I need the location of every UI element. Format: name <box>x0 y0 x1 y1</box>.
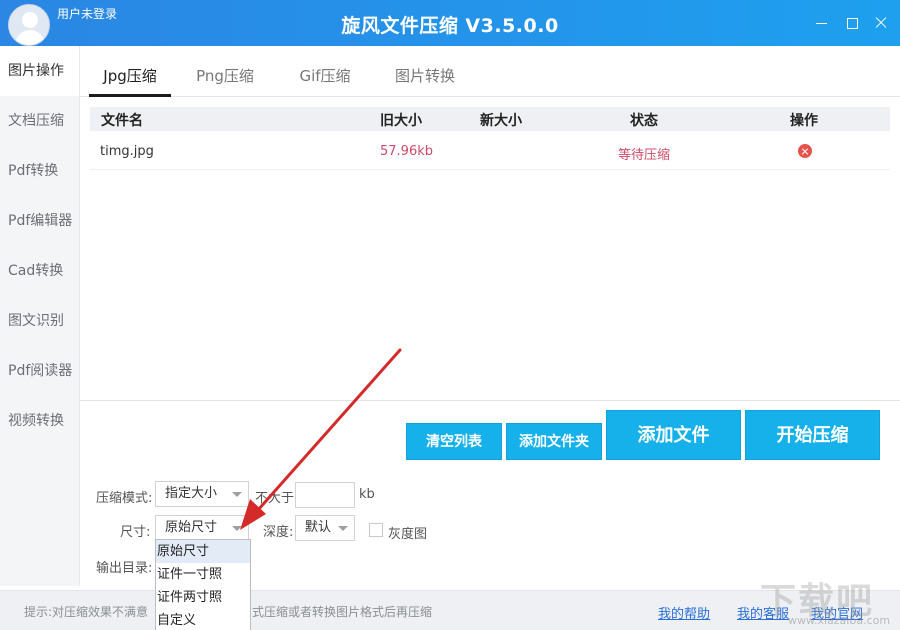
cell-old-size: 57.96kb <box>380 144 433 159</box>
tab-jpg-compress[interactable]: Jpg压缩 <box>89 46 171 97</box>
start-compress-button[interactable]: 开始压缩 <box>745 410 880 460</box>
size-dropdown-list: 原始尺寸 证件一寸照 证件两寸照 自定义 <box>155 539 251 630</box>
file-table-header: 文件名 旧大小 新大小 状态 操作 <box>90 107 890 131</box>
sidebar-item-video-convert[interactable]: 视频转换 <box>0 396 79 446</box>
size-select[interactable]: 原始尺寸 <box>155 515 249 541</box>
maximize-icon[interactable] <box>843 14 861 32</box>
divider <box>80 400 900 401</box>
depth-label: 深度: <box>263 521 293 540</box>
table-row[interactable]: timg.jpg 57.96kb 等待压缩 <box>90 140 890 170</box>
watermark-url: www.xiazaiba.com <box>788 614 890 627</box>
clear-list-button[interactable]: 清空列表 <box>406 423 502 460</box>
tab-gif-compress[interactable]: Gif压缩 <box>286 46 364 97</box>
sidebar-item-ocr[interactable]: 图文识别 <box>0 296 79 346</box>
dropdown-option-original[interactable]: 原始尺寸 <box>156 540 250 563</box>
compress-mode-select[interactable]: 指定大小 <box>155 481 249 507</box>
cell-status: 等待压缩 <box>618 144 670 163</box>
col-old-size: 旧大小 <box>380 110 422 130</box>
chevron-down-icon <box>232 526 242 531</box>
chevron-down-icon <box>232 492 242 497</box>
size-select-value: 原始尺寸 <box>165 520 217 535</box>
help-link[interactable]: 我的帮助 <box>658 603 710 622</box>
compress-mode-value: 指定大小 <box>165 486 217 501</box>
compress-mode-label: 压缩模式: <box>96 487 152 506</box>
sidebar-item-pdf-reader[interactable]: Pdf阅读器 <box>0 346 79 396</box>
add-file-button[interactable]: 添加文件 <box>606 410 741 460</box>
footer-tip-tail: 式压缩或者转换图片格式后再压缩 <box>252 603 432 620</box>
tab-bar: Jpg压缩 Png压缩 Gif压缩 图片转换 <box>80 46 900 97</box>
grayscale-checkbox[interactable] <box>369 523 383 537</box>
grayscale-label: 灰度图 <box>388 523 427 542</box>
col-new-size: 新大小 <box>480 110 522 130</box>
output-dir-label: 输出目录: <box>96 557 152 576</box>
col-filename: 文件名 <box>101 110 143 130</box>
title-bar: 用户未登录 旋风文件压缩 V3.5.0.0 <box>0 0 900 46</box>
chevron-down-icon <box>338 526 348 531</box>
size-limit-input[interactable] <box>295 482 355 508</box>
unit-label: kb <box>359 487 375 502</box>
sidebar: 图片操作 文档压缩 Pdf转换 Pdf编辑器 Cad转换 图文识别 Pdf阅读器… <box>0 46 80 586</box>
footer-tip: 提示:对压缩效果不满意 <box>24 603 148 620</box>
depth-select[interactable]: 默认 <box>295 515 355 541</box>
sidebar-item-pdf-convert[interactable]: Pdf转换 <box>0 146 79 196</box>
dropdown-option-two-inch[interactable]: 证件两寸照 <box>156 586 250 609</box>
dropdown-option-custom[interactable]: 自定义 <box>156 609 250 630</box>
sidebar-item-doc-compress[interactable]: 文档压缩 <box>0 96 79 146</box>
sidebar-item-pdf-editor[interactable]: Pdf编辑器 <box>0 196 79 246</box>
add-folder-button[interactable]: 添加文件夹 <box>506 423 602 460</box>
depth-value: 默认 <box>305 520 331 535</box>
tab-image-convert[interactable]: 图片转换 <box>385 46 465 97</box>
close-icon[interactable] <box>872 14 890 32</box>
dropdown-option-one-inch[interactable]: 证件一寸照 <box>156 563 250 586</box>
col-status: 状态 <box>630 110 658 130</box>
col-action: 操作 <box>790 110 818 130</box>
tab-png-compress[interactable]: Png压缩 <box>185 46 265 97</box>
app-title: 旋风文件压缩 V3.5.0.0 <box>0 11 900 38</box>
cell-filename: timg.jpg <box>100 144 154 159</box>
minimize-icon[interactable] <box>813 14 831 32</box>
sidebar-item-cad-convert[interactable]: Cad转换 <box>0 246 79 296</box>
not-more-label: 不大于 <box>255 487 294 506</box>
delete-icon[interactable] <box>798 144 812 158</box>
sidebar-item-image-ops[interactable]: 图片操作 <box>0 46 79 96</box>
size-label: 尺寸: <box>120 521 150 540</box>
